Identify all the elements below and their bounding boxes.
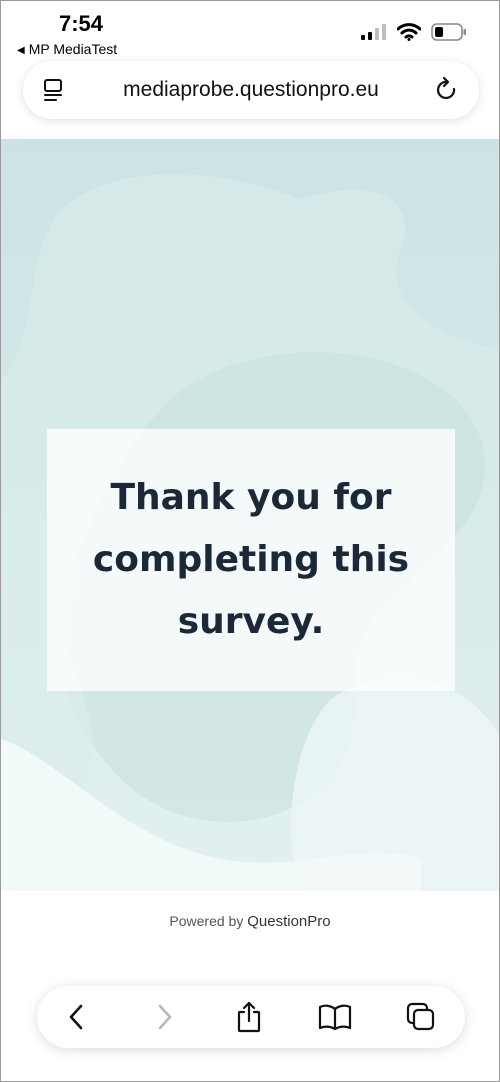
powered-by: Powered by QuestionPro: [1, 913, 499, 930]
status-time: 7:54: [59, 11, 104, 36]
share-icon[interactable]: [232, 1000, 266, 1034]
powered-by-label: Powered by: [169, 913, 244, 929]
back-icon[interactable]: [59, 1000, 93, 1034]
tabs-icon[interactable]: [404, 1000, 438, 1034]
browser-toolbar: [37, 986, 465, 1048]
phone-frame: 7:54 ◀ MP MediaTest mediaprobe.questionp…: [0, 0, 500, 1082]
bookmarks-icon[interactable]: [318, 1000, 352, 1034]
reload-icon[interactable]: [435, 76, 459, 108]
url-text[interactable]: mediaprobe.questionpro.eu: [123, 78, 379, 102]
questionpro-brand-link[interactable]: QuestionPro: [247, 913, 330, 930]
back-triangle-icon: ◀: [17, 45, 25, 56]
back-app-label: MP MediaTest: [28, 41, 118, 57]
thank-you-card: Thank you for completing this survey.: [47, 429, 455, 691]
wifi-icon: [396, 23, 422, 46]
battery-icon: [431, 23, 467, 46]
status-icons: [361, 23, 467, 46]
reader-icon[interactable]: [43, 78, 65, 107]
thank-you-message: Thank you for completing this survey.: [92, 477, 410, 642]
back-to-app-link[interactable]: ◀ MP MediaTest: [17, 41, 117, 57]
address-bar[interactable]: mediaprobe.questionpro.eu: [23, 61, 479, 119]
signal-icon: [361, 24, 387, 45]
status-bar: 7:54 ◀ MP MediaTest: [1, 1, 499, 59]
forward-icon[interactable]: [148, 1000, 182, 1034]
